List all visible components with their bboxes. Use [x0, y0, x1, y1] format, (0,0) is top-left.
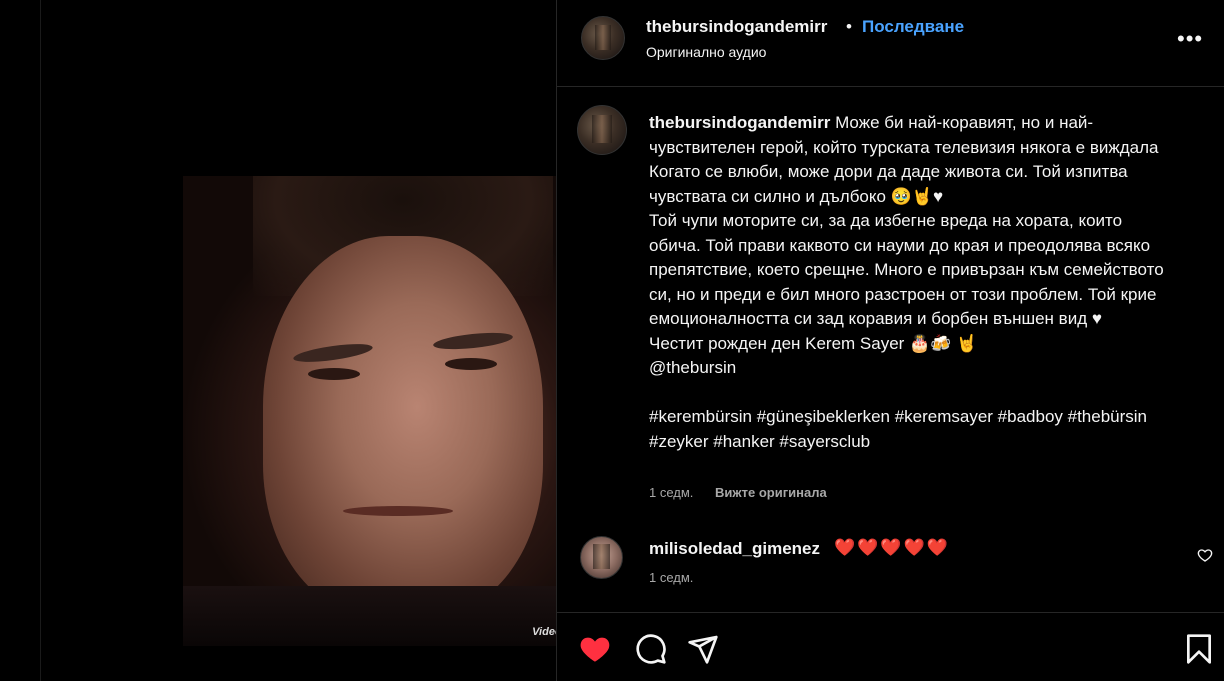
video-frame-detail	[445, 358, 497, 370]
author-avatar[interactable]	[581, 16, 625, 60]
video-frame-detail	[308, 368, 360, 380]
post-caption: thebursindogandemirr Може би най-коравия…	[649, 111, 1169, 454]
see-original-link[interactable]: Вижте оригинала	[715, 485, 827, 500]
heart-filled-icon[interactable]	[579, 633, 611, 665]
caption-author-avatar[interactable]	[577, 105, 627, 155]
comment-item: milisoledad_gimenez ❤️❤️❤️❤️❤️ 1 седм.	[557, 530, 1224, 600]
post-header: thebursindogandemirr • Последване Оригин…	[557, 0, 1224, 87]
video-frame-face	[263, 236, 543, 616]
video-frame-detail	[343, 506, 453, 516]
media-area: Made with VideoShow	[0, 0, 597, 681]
audio-label[interactable]: Оригинално аудио	[646, 44, 766, 60]
comment-timestamp[interactable]: 1 седм.	[649, 570, 693, 585]
bookmark-icon[interactable]	[1183, 633, 1215, 665]
more-options-icon[interactable]: •••	[1177, 28, 1203, 50]
caption-timestamp[interactable]: 1 седм.	[649, 485, 693, 500]
commenter-username[interactable]: milisoledad_gimenez	[649, 539, 820, 559]
comment-icon[interactable]	[635, 633, 667, 665]
video-player[interactable]: Made with VideoShow	[183, 176, 597, 646]
media-frame: Made with VideoShow	[40, 0, 597, 681]
author-username[interactable]: thebursindogandemirr	[646, 17, 827, 37]
commenter-avatar[interactable]	[580, 536, 623, 579]
share-icon[interactable]	[687, 633, 719, 665]
caption-meta: 1 седм. Вижте оригинала	[649, 485, 827, 500]
comment-text: ❤️❤️❤️❤️❤️	[834, 538, 950, 557]
follow-button[interactable]: Последване	[862, 17, 964, 37]
caption-username[interactable]: thebursindogandemirr	[649, 113, 830, 132]
separator-dot: •	[846, 17, 852, 36]
caption-text: Може би най-коравият, но и най-чувствите…	[649, 113, 1164, 451]
post-panel: thebursindogandemirr • Последване Оригин…	[556, 0, 1224, 681]
action-bar	[557, 612, 1224, 681]
comment-like-heart-icon[interactable]	[1197, 547, 1213, 563]
